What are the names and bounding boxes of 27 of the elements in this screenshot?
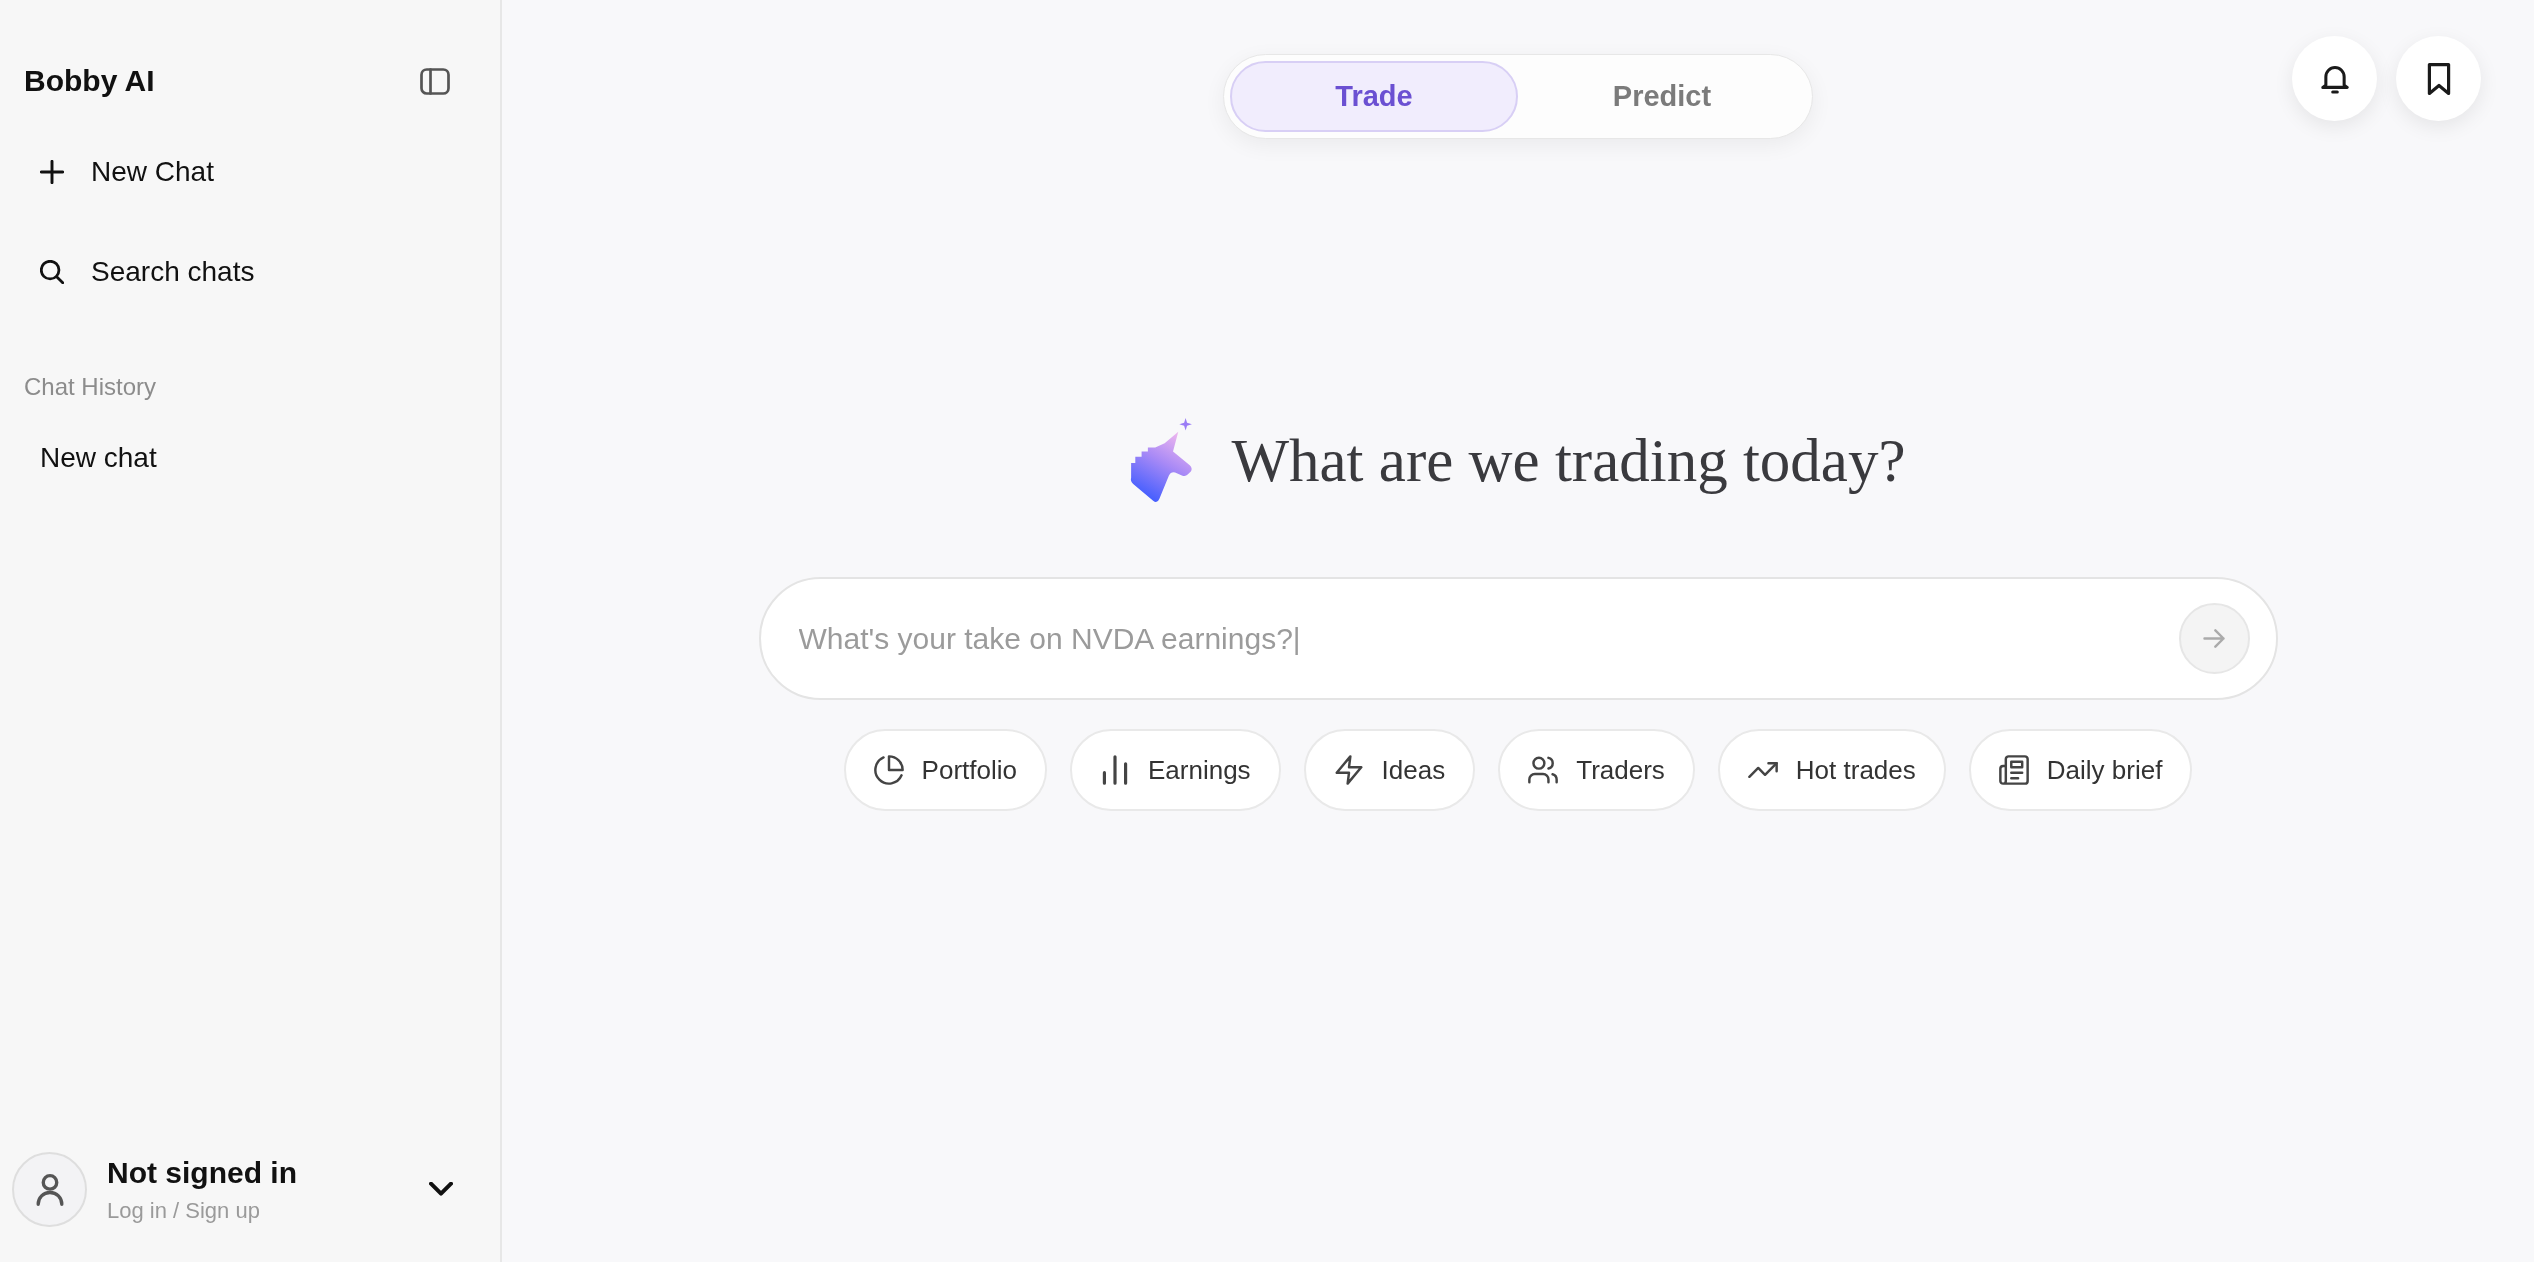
chat-history-item[interactable]: New chat [12,428,488,488]
suggestion-chip[interactable]: Earnings [1070,729,1281,811]
page-heading: What are we trading today? [1231,426,1906,497]
chevron-down-icon[interactable] [429,1182,453,1197]
message-input[interactable]: What's your take on NVDA earnings?| [758,577,2278,700]
bar-chart-icon [1100,755,1130,785]
newspaper-icon [1998,755,2029,785]
lightning-icon [1333,755,1364,785]
pie-chart-icon [873,755,904,785]
arrow-right-icon [2203,629,2225,648]
mode-tab[interactable]: Trade [1230,61,1518,132]
people-icon [1528,755,1559,785]
search-icon [40,260,64,284]
section-heading: Chat History [23,372,157,402]
plus-icon [40,160,64,184]
suggestion-chip[interactable]: Ideas [1303,729,1476,811]
unicorn-logo-icon [1130,417,1194,505]
mode-tab[interactable]: Predict [1518,61,1806,132]
suggestion-chip[interactable]: Hot trades [1717,729,1946,811]
search-chats-button[interactable]: Search chats [12,236,488,308]
new-chat-button[interactable]: New Chat [12,136,488,208]
suggestion-chip[interactable]: Traders [1498,729,1695,811]
app-title: Bobby AI [24,64,155,98]
suggestion-chip[interactable]: Daily brief [1968,729,2193,811]
account-name: Not signed in [107,1154,297,1191]
suggestion-chip[interactable]: Portfolio [843,729,1047,811]
sidebar-toggle-icon[interactable] [420,67,450,95]
